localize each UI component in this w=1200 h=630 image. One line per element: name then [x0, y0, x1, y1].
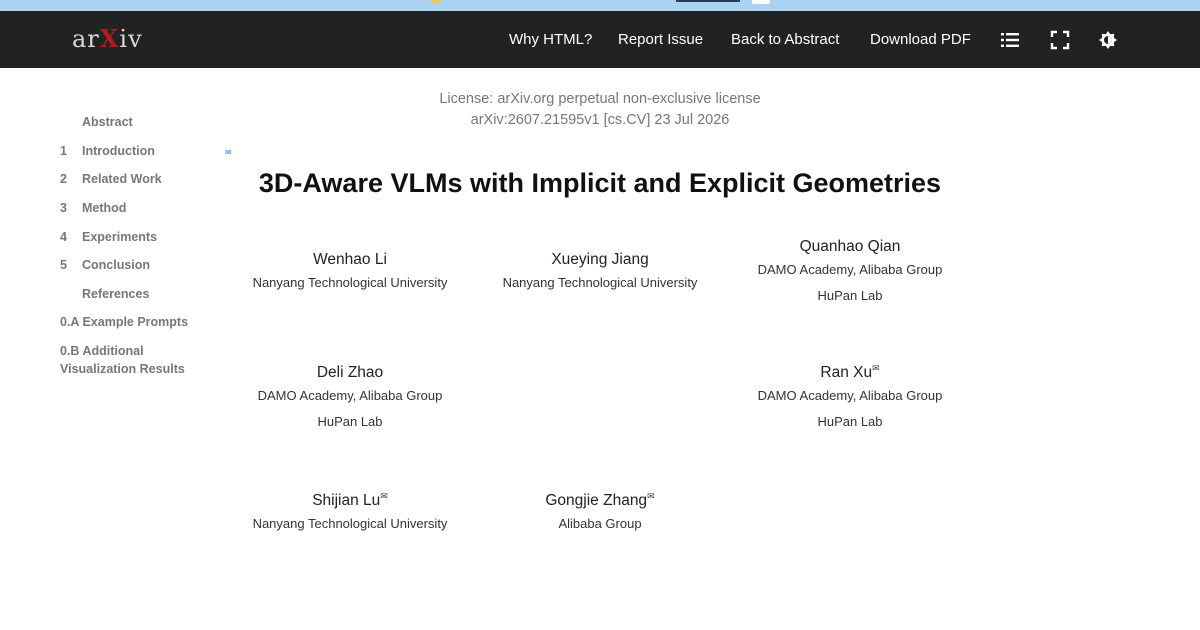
nav-download-pdf[interactable]: Download PDF — [870, 11, 971, 68]
author-name: Wenhao Li — [313, 251, 387, 269]
author-affiliation: Nanyang Technological University — [252, 275, 448, 290]
author-affiliation: Nanyang Technological University — [252, 516, 448, 531]
theme-settings-icon[interactable] — [1098, 30, 1118, 50]
toc-number: 3 — [60, 201, 67, 215]
toc-item-visualization-results[interactable]: 0.B Additional Visualization Results — [60, 342, 210, 378]
notice-emoji-icon — [428, 0, 444, 3]
top-notice-strip — [0, 0, 1200, 11]
top-header: arXiv Why HTML? Report Issue Back to Abs… — [0, 11, 1200, 68]
toc-label: Conclusion — [82, 258, 151, 272]
toc-label: Experiments — [82, 230, 158, 244]
notice-close-button[interactable] — [752, 0, 770, 4]
toc-item-references[interactable]: References — [60, 285, 149, 303]
author-block: Xueying Jiang Nanyang Technological Univ… — [475, 244, 725, 292]
toc-label: Method — [82, 201, 127, 215]
author-name: Quanhao Qian — [799, 238, 901, 256]
nav-report-issue[interactable]: Report Issue — [618, 11, 703, 68]
author-name: Xueying Jiang — [551, 251, 649, 269]
author-affiliation: DAMO Academy, Alibaba Group — [757, 388, 943, 403]
author-block: Gongjie Zhang✉ Alibaba Group — [475, 485, 725, 533]
toc-item-related-work[interactable]: 2 Related Work — [60, 170, 162, 188]
author-name: Deli Zhao — [316, 364, 384, 382]
author-block: Deli Zhao DAMO Academy, Alibaba Group Hu… — [225, 357, 475, 431]
toc-label: Related Work — [82, 172, 162, 186]
toc-item-introduction[interactable]: 1 Introduction — [60, 142, 155, 160]
author-name: Ran Xu✉ — [820, 363, 880, 382]
toc-label: 0.A Example Prompts — [60, 315, 189, 329]
author-name: Gongjie Zhang✉ — [545, 491, 655, 510]
toc-label: Introduction — [82, 144, 155, 158]
toc-label: References — [82, 287, 150, 301]
toc-item-method[interactable]: 3 Method — [60, 199, 126, 217]
notice-link[interactable] — [676, 0, 740, 2]
toc-item-experiments[interactable]: 4 Experiments — [60, 228, 157, 246]
fullscreen-icon[interactable] — [1050, 30, 1070, 50]
author-block: Quanhao Qian DAMO Academy, Alibaba Group… — [725, 231, 975, 305]
paper-title: 3D-Aware VLMs with Implicit and Explicit… — [258, 168, 942, 198]
toc-item-conclusion[interactable]: 5 Conclusion — [60, 256, 150, 274]
toc-item-example-prompts[interactable]: 0.A Example Prompts — [60, 313, 188, 331]
author-affiliation: HuPan Lab — [317, 414, 383, 429]
author-block: Ran Xu✉ DAMO Academy, Alibaba Group HuPa… — [725, 357, 975, 431]
author-affiliation: HuPan Lab — [817, 288, 883, 303]
nav-back-to-abstract[interactable]: Back to Abstract — [731, 11, 839, 68]
author-affiliation: DAMO Academy, Alibaba Group — [257, 388, 443, 403]
author-affiliation: Alibaba Group — [558, 516, 642, 531]
toc-number: 2 — [60, 172, 67, 186]
toc-item-abstract[interactable]: Abstract — [60, 113, 133, 131]
toc-number: 4 — [60, 230, 67, 244]
author-affiliation: HuPan Lab — [817, 414, 883, 429]
envelope-icon: ✉ — [225, 148, 232, 157]
nav-why-html[interactable]: Why HTML? — [509, 11, 592, 68]
toc-list-icon[interactable] — [1000, 30, 1020, 50]
toc-label: Abstract — [82, 115, 133, 129]
author-name: Shijian Lu✉ — [312, 491, 388, 510]
author-block: Shijian Lu✉ Nanyang Technological Univer… — [225, 485, 475, 533]
arxiv-id-line: arXiv:2607.21595v1 [cs.CV] 23 Jul 2026 — [470, 112, 730, 128]
author-block: Wenhao Li Nanyang Technological Universi… — [225, 244, 475, 292]
license-line: License: arXiv.org perpetual non-exclusi… — [439, 91, 761, 107]
arxiv-logo[interactable]: arXiv — [72, 21, 143, 57]
author-affiliation: DAMO Academy, Alibaba Group — [757, 262, 943, 277]
author-affiliation: Nanyang Technological University — [502, 275, 698, 290]
toc-number: 1 — [60, 144, 67, 158]
toc-label: 0.B Additional Visualization Results — [60, 344, 185, 376]
toc-number: 5 — [60, 258, 67, 272]
